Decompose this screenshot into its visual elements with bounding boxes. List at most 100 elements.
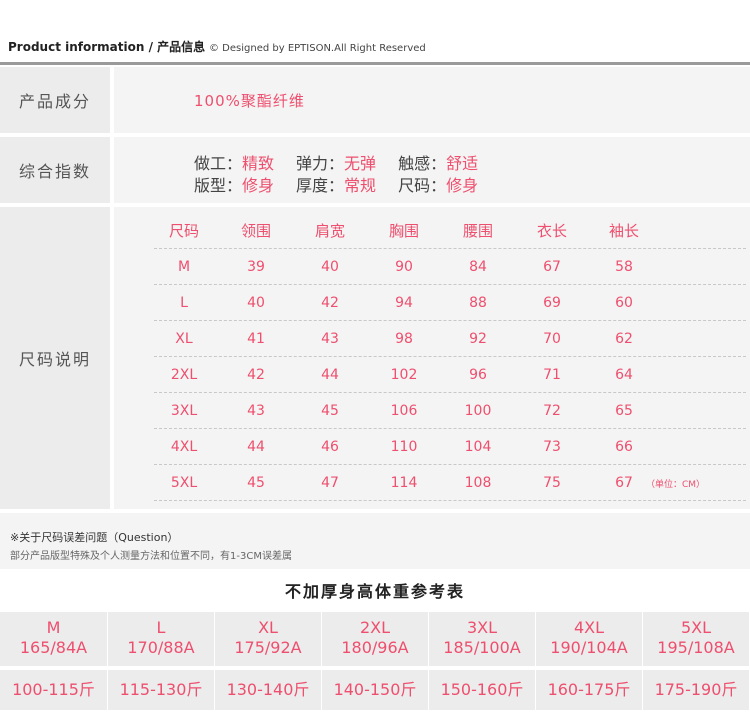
reference-size-label: L bbox=[156, 618, 166, 637]
reference-size-label: 3XL bbox=[466, 618, 498, 637]
size-table-header: 尺码 领围 肩宽 胸围 腰围 衣长 袖长 bbox=[154, 213, 746, 249]
reference-weight-cell: 130-140斤 bbox=[214, 670, 321, 710]
size-table-cell: 4XL bbox=[170, 439, 198, 455]
size-chart-row: 尺码说明 尺码 领围 肩宽 胸围 腰围 衣长 袖长 M 39 40 90 84 67 58 L 40 42 94 8… bbox=[0, 207, 750, 509]
size-chart-content: 尺码 领围 肩宽 胸围 腰围 衣长 袖长 M 39 40 90 84 67 58 L 40 42 94 88 69 60… bbox=[114, 207, 750, 509]
reference-size-cell: XL 175/92A bbox=[214, 612, 321, 666]
size-table-column-header: 腰围 bbox=[462, 222, 493, 240]
size-table-cell: 44 bbox=[321, 367, 339, 383]
size-table-cell: 92 bbox=[469, 331, 487, 347]
reference-height-label: 195/108A bbox=[657, 638, 735, 657]
composition-row: 产品成分 100%聚酯纤维 bbox=[0, 67, 750, 133]
size-table-cell: 69 bbox=[543, 295, 561, 311]
header-divider bbox=[0, 62, 750, 65]
reference-weight-row: 100-115斤 115-130斤 130-140斤 140-150斤 150-160斤… bbox=[0, 670, 750, 710]
size-table-cell: 98 bbox=[395, 331, 413, 347]
reference-size-cell: 5XL 195/108A bbox=[642, 612, 749, 666]
size-table-cell: 71 bbox=[543, 367, 561, 383]
reference-size-row: M 165/84A L 170/88A XL 175/92A 2XL 180/96A 3XL 18… bbox=[0, 612, 750, 666]
size-table-cell: 66 bbox=[615, 439, 633, 455]
size-table-cell: 67 bbox=[543, 259, 561, 275]
size-table-cell: 42 bbox=[247, 367, 265, 383]
size-table-row: 4XL 44 46 110 104 73 66 bbox=[154, 429, 746, 465]
index-item-fit: 版型：修身 bbox=[194, 176, 275, 195]
index-item-workmanship: 做工：精致 bbox=[194, 154, 275, 173]
size-table-cell: 5XL bbox=[170, 475, 198, 491]
header-copyright: © Designed by EPTISON.All Right Reserved bbox=[209, 43, 426, 54]
size-table-cell: 46 bbox=[321, 439, 339, 455]
size-table-row: 5XL 45 47 114 108 75 67 （单位：CM） bbox=[154, 465, 746, 501]
reference-size-label: XL bbox=[258, 618, 278, 637]
page-header: Product information / 产品信息 © Designed by… bbox=[0, 0, 750, 62]
size-table-cell: 44 bbox=[247, 439, 265, 455]
size-table-cell: 90 bbox=[395, 259, 413, 275]
size-table-cell: 45 bbox=[321, 403, 339, 419]
reference-size-label: 4XL bbox=[573, 618, 605, 637]
index-item-elasticity: 弹力：无弹 bbox=[296, 154, 377, 173]
size-table-cell: 2XL bbox=[170, 367, 198, 383]
size-table-cell: 40 bbox=[321, 259, 339, 275]
size-table-cell: 75 bbox=[543, 475, 561, 491]
size-table-row: 2XL 42 44 102 96 71 64 bbox=[154, 357, 746, 393]
header-title-en: Product information bbox=[8, 40, 145, 54]
header-separator: / bbox=[144, 40, 158, 54]
index-line-1: 做工：精致 弹力：无弹 触感：舒适 bbox=[194, 150, 500, 174]
size-table-column-header: 尺码 bbox=[168, 222, 199, 240]
reference-size-cell: 3XL 185/100A bbox=[428, 612, 535, 666]
size-table-cell: 62 bbox=[615, 331, 633, 347]
size-table-cell: 73 bbox=[543, 439, 561, 455]
size-table-cell: 106 bbox=[390, 403, 418, 419]
size-chart-label: 尺码说明 bbox=[0, 207, 110, 509]
reference-size-label: 5XL bbox=[680, 618, 712, 637]
reference-size-label: M bbox=[46, 618, 61, 637]
size-table-row: 3XL 43 45 106 100 72 65 bbox=[154, 393, 746, 429]
size-table-cell: 100 bbox=[464, 403, 492, 419]
size-table-cell: 43 bbox=[321, 331, 339, 347]
size-table-cell: 64 bbox=[615, 367, 633, 383]
question-description: 部分产品版型特殊及个人测量方法和位置不同，有1-3CM误差属 bbox=[10, 551, 292, 562]
composition-content: 100%聚酯纤维 bbox=[114, 67, 750, 133]
size-table-cell: 41 bbox=[247, 331, 265, 347]
reference-weight-cell: 175-190斤 bbox=[642, 670, 749, 710]
size-table-cell: 110 bbox=[390, 439, 418, 455]
composition-value: 100%聚酯纤维 bbox=[194, 92, 305, 110]
reference-size-label: 2XL bbox=[359, 618, 391, 637]
reference-size-cell: L 170/88A bbox=[107, 612, 214, 666]
reference-weight-cell: 100-115斤 bbox=[0, 670, 107, 710]
size-error-note: ※关于尺码误差问题（Question） 部分产品版型特殊及个人测量方法和位置不同… bbox=[0, 513, 750, 569]
size-table-cell: 67 bbox=[615, 475, 633, 491]
header-title-cn: 产品信息 bbox=[157, 40, 206, 54]
size-table-column-header: 胸围 bbox=[388, 222, 419, 240]
size-table-cell: 47 bbox=[321, 475, 339, 491]
size-table-row: XL 41 43 98 92 70 62 bbox=[154, 321, 746, 357]
reference-height-label: 175/92A bbox=[234, 638, 302, 657]
size-table-column-header: 衣长 bbox=[536, 222, 567, 240]
index-item-sizing: 尺码：修身 bbox=[398, 176, 479, 195]
size-table-cell: 108 bbox=[464, 475, 492, 491]
index-label: 综合指数 bbox=[0, 137, 110, 203]
index-item-thickness: 厚度：常规 bbox=[296, 176, 377, 195]
size-table-cell: 45 bbox=[247, 475, 265, 491]
size-table-column-header: 肩宽 bbox=[314, 222, 345, 240]
size-table-column-header: 领围 bbox=[240, 222, 271, 240]
size-table-column-header: 袖长 bbox=[608, 222, 639, 240]
size-table-cell: L bbox=[180, 295, 188, 311]
index-item-feel: 触感：舒适 bbox=[398, 154, 479, 173]
reference-size-cell: 4XL 190/104A bbox=[535, 612, 642, 666]
question-title: ※关于尺码误差问题（Question） bbox=[10, 531, 179, 544]
reference-weight-cell: 160-175斤 bbox=[535, 670, 642, 710]
size-table-cell: 40 bbox=[247, 295, 265, 311]
size-table-cell: 58 bbox=[615, 259, 633, 275]
composition-label: 产品成分 bbox=[0, 67, 110, 133]
size-table-row: L 40 42 94 88 69 60 bbox=[154, 285, 746, 321]
size-table-cell: 70 bbox=[543, 331, 561, 347]
size-table-cell: 60 bbox=[615, 295, 633, 311]
size-table-cell: 104 bbox=[464, 439, 492, 455]
size-table-cell: 102 bbox=[390, 367, 418, 383]
index-content: 做工：精致 弹力：无弹 触感：舒适 版型：修身 厚度：常规 尺码：修身 bbox=[114, 137, 750, 203]
size-table-cell: 96 bbox=[469, 367, 487, 383]
size-table-cell: 72 bbox=[543, 403, 561, 419]
size-table-cell: M bbox=[177, 259, 191, 275]
size-table-cell: 43 bbox=[247, 403, 265, 419]
reference-size-cell: 2XL 180/96A bbox=[321, 612, 428, 666]
